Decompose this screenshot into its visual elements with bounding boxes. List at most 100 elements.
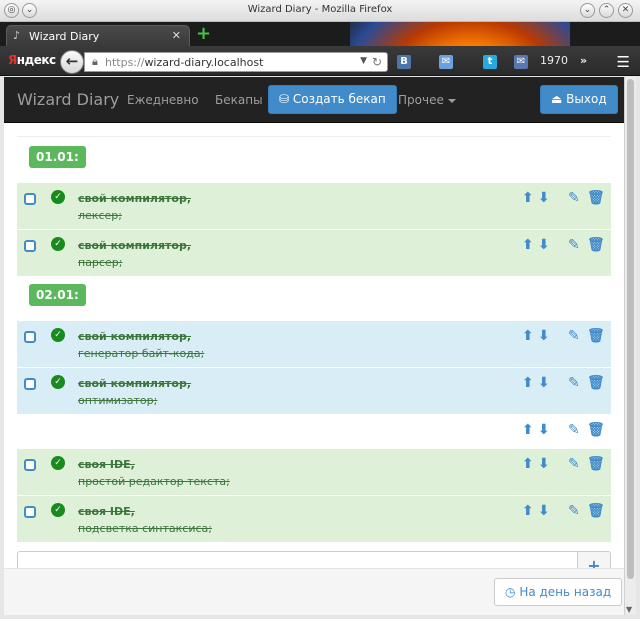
arrow-down-icon[interactable]: ⬇ [538,456,550,472]
trash-icon[interactable]: 🗑︎ [587,237,605,253]
date-label: 02.01: [29,284,86,306]
checkbox[interactable] [24,378,36,390]
logout-label: Выход [566,92,607,106]
arrow-down-icon[interactable]: ⬇ [538,422,550,438]
app-brand[interactable]: Wizard Diary [17,90,119,109]
arrow-up-icon[interactable]: ⬆ [522,422,534,438]
nav-other-dropdown[interactable]: Прочее [398,93,456,107]
maximize-icon[interactable]: ⌃ [599,3,614,18]
trash-icon[interactable]: 🗑︎ [587,456,605,472]
pencil-icon[interactable]: ✎ [568,190,580,206]
item-title: свой компилятор, [78,239,192,252]
list-item: ✓ свой компилятор, лексер; ⬆ ⬇ ✎ 🗑︎ [17,182,611,229]
scroll-down-icon[interactable]: ▼ [626,605,632,614]
overflow-chevron-icon[interactable]: » [580,54,587,67]
yandex-logo[interactable]: Яндекс [8,53,56,67]
arrow-up-icon[interactable]: ⬆ [522,190,534,206]
close-window-icon[interactable]: ✕ [618,3,633,18]
scrollbar-thumb[interactable] [627,79,634,579]
mail-icon[interactable]: ✉ [439,55,453,69]
page-scrollbar[interactable]: ▼ [624,77,636,615]
check-circle-icon: ✓ [51,375,65,389]
arrow-up-icon[interactable]: ⬆ [522,237,534,253]
window-titlebar: ◎ ⌄ Wizard Diary - Mozilla Firefox ⌄ ⌃ ✕ [0,0,640,22]
trash-icon[interactable]: 🗑︎ [587,328,605,344]
item-title: своя IDE, [78,458,135,471]
pencil-icon[interactable]: ✎ [568,422,580,438]
pencil-icon[interactable]: ✎ [568,328,580,344]
new-tab-icon[interactable]: + [196,23,211,44]
hamburger-menu-icon[interactable]: ☰ [617,53,630,71]
trash-icon[interactable]: 🗑︎ [587,503,605,519]
browser-tabbar: ♪ Wizard Diary ✕ + [0,22,640,46]
tab-favicon-icon: ♪ [13,29,21,42]
create-backup-label: Создать бекап [292,92,386,106]
check-circle-icon: ✓ [51,237,65,251]
arrow-down-icon[interactable]: ⬇ [538,503,550,519]
diary-container: 01.01: ✓ свой компилятор, лексер; ⬆ ⬇ ✎ … [17,124,611,581]
tab-close-icon[interactable]: ✕ [172,29,181,42]
caret-down-icon [447,98,456,103]
nav-backups[interactable]: Бекапы [215,93,263,107]
url-dropdown-icon[interactable]: ▼ [360,56,367,66]
counter-badge: 1970 [540,54,568,67]
arrow-down-icon[interactable]: ⬇ [538,237,550,253]
trash-icon[interactable]: 🗑︎ [587,375,605,391]
window-title: Wizard Diary - Mozilla Firefox [247,4,393,15]
date-group-header: 01.01: [17,146,611,172]
list-item: ✓ свой компилятор, парсер; ⬆ ⬇ ✎ 🗑︎ [17,229,611,276]
pencil-icon[interactable]: ✎ [568,375,580,391]
check-circle-icon: ✓ [51,503,65,517]
lock-icon: 🔒︎ [92,55,98,68]
nav-daily[interactable]: Ежедневно [127,93,199,107]
back-day-button[interactable]: ◷ На день назад [494,578,623,606]
twitter-icon[interactable]: t [483,55,497,69]
item-desc: генератор байт-кода; [78,347,205,360]
checkbox[interactable] [24,506,36,518]
trash-icon[interactable]: 🗑︎ [587,422,605,438]
checkbox[interactable] [24,240,36,252]
date-label: 01.01: [29,146,86,168]
url-bar[interactable]: 🔒︎ https://wizard-diary.localhost ▼ ↻ [84,52,388,72]
pencil-icon[interactable]: ✎ [568,456,580,472]
pencil-icon[interactable]: ✎ [568,237,580,253]
list-item: ✓ свой компилятор, оптимизатор; ⬆ ⬇ ✎ 🗑︎ [17,367,611,414]
vk-icon[interactable]: В [397,55,411,69]
checkbox[interactable] [24,331,36,343]
check-circle-icon: ✓ [51,456,65,470]
item-desc: простой редактор текста; [78,475,230,488]
page-footer: ◷ На день назад [4,568,624,615]
checkbox[interactable] [24,193,36,205]
browser-tab[interactable]: ♪ Wizard Diary ✕ [6,25,190,46]
item-desc: подсветка синтаксиса; [78,522,212,535]
pencil-icon[interactable]: ✎ [568,503,580,519]
trash-icon[interactable]: 🗑︎ [587,190,605,206]
tab-label: Wizard Diary [29,30,100,43]
messages-icon[interactable]: ✉ [514,55,528,69]
logout-button[interactable]: ⏏ Выход [540,85,618,114]
item-title: своя IDE, [78,505,135,518]
url-text: https://wizard-diary.localhost [105,56,264,69]
back-day-label: На день назад [519,585,612,599]
list-item-empty: ⬆ ⬇ ✎ 🗑︎ [17,414,611,448]
minimize-icon[interactable]: ⌄ [580,3,595,18]
check-circle-icon: ✓ [51,328,65,342]
logout-icon: ⏏ [551,92,563,106]
date-group: ✓ свой компилятор, лексер; ⬆ ⬇ ✎ 🗑︎ ✓ св… [17,182,611,276]
arrow-up-icon[interactable]: ⬆ [522,375,534,391]
arrow-up-icon[interactable]: ⬆ [522,456,534,472]
create-backup-button[interactable]: ⛁ Создать бекап [268,85,397,114]
item-desc: парсер; [78,256,123,269]
reload-icon[interactable]: ↻ [372,55,382,69]
checkbox[interactable] [24,459,36,471]
arrow-down-icon[interactable]: ⬇ [538,190,550,206]
list-item: ✓ своя IDE, подсветка синтаксиса; ⬆ ⬇ ✎ … [17,495,611,542]
arrow-down-icon[interactable]: ⬇ [538,375,550,391]
back-button[interactable]: ← [60,50,84,74]
arrow-down-icon[interactable]: ⬇ [538,328,550,344]
arrow-up-icon[interactable]: ⬆ [522,328,534,344]
divider [17,136,611,137]
arrow-up-icon[interactable]: ⬆ [522,503,534,519]
date-group-header: 02.01: [17,284,611,310]
list-item: ✓ свой компилятор, генератор байт-кода; … [17,320,611,367]
